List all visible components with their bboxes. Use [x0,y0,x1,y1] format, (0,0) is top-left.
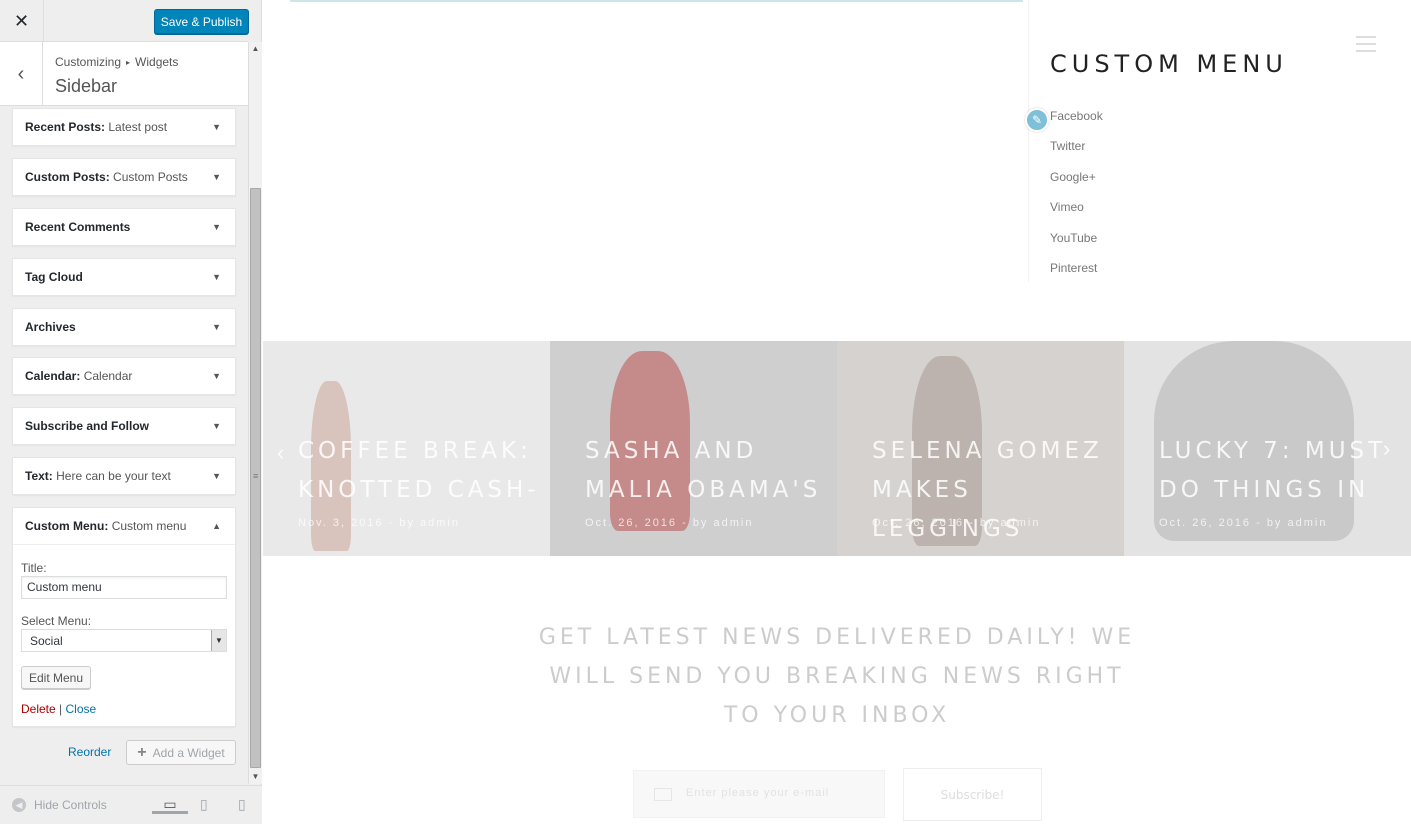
expand-arrow-icon[interactable]: ▼ [212,458,221,495]
expand-arrow-icon[interactable]: ▼ [212,209,221,246]
widget-custom-menu: Custom Menu: Custom menu ▲ Title: Custom… [12,507,236,727]
slide-meta: Oct. 26, 2016 - by admin [1159,517,1328,529]
close-widget-link[interactable]: Close [66,702,97,716]
widget-title: Text: Here can be your text [25,469,171,483]
save-publish-button[interactable]: Save & Publish [154,9,249,34]
newsletter-email-input[interactable]: Enter please your e-mail [633,770,885,818]
widget-tag-cloud[interactable]: Tag Cloud ▼ [12,258,236,296]
breadcrumb: Customizing ▸ Widgets [55,55,178,69]
envelope-icon [654,788,672,801]
expand-arrow-icon[interactable]: ▼ [212,259,221,296]
slide[interactable]: SASHA AND MALIA OBAMA'S Oct. 26, 2016 - … [550,341,837,556]
delete-widget-link[interactable]: Delete [21,702,56,716]
widget-recent-posts[interactable]: Recent Posts: Latest post ▼ [12,108,236,146]
edit-shortcut-pencil-icon[interactable]: ✎ [1025,108,1049,132]
slide-title[interactable]: LUCKY 7: MUST DO THINGS IN [1159,432,1411,510]
title-input[interactable]: Custom menu [21,576,227,599]
scroll-down-arrow-icon[interactable]: ▼ [249,770,262,784]
breadcrumb-root: Customizing [55,55,122,69]
social-link-facebook[interactable]: Facebook [1050,109,1103,123]
customizer-footer: ◀ Hide Controls ▭ ▯ ▯ [0,785,262,824]
desktop-preview-icon[interactable]: ▭ [152,786,188,814]
customizer-panel: ✕ Save & Publish ‹ Customizing ▸ Widgets… [0,0,262,824]
email-placeholder: Enter please your e-mail [686,787,830,799]
widget-title: Recent Comments [25,220,131,234]
chevron-down-icon[interactable]: ▼ [211,630,226,651]
widget-text[interactable]: Text: Here can be your text ▼ [12,457,236,495]
widget-recent-comments[interactable]: Recent Comments ▼ [12,208,236,246]
sidebar-divider [1028,0,1029,282]
close-customizer-button[interactable]: ✕ [0,0,44,42]
breadcrumb-separator-icon: ▸ [126,57,131,67]
expand-arrow-icon[interactable]: ▼ [212,358,221,395]
post-slider: COFFEE BREAK: KNOTTED CASH- Nov. 3, 2016… [263,341,1411,556]
widget-custom-posts[interactable]: Custom Posts: Custom Posts ▼ [12,158,236,196]
slide-meta: Nov. 3, 2016 - by admin [298,517,460,529]
menu-select-value: Social [30,634,63,648]
slide[interactable]: LUCKY 7: MUST DO THINGS IN Oct. 26, 2016… [1124,341,1411,556]
panel-scrollbar[interactable]: ▲ ≡ ▼ [248,42,262,784]
mobile-preview-icon[interactable]: ▯ [238,796,246,813]
expand-arrow-icon[interactable]: ▼ [212,109,221,146]
widget-title: Subscribe and Follow [25,419,150,433]
social-link-youtube[interactable]: YouTube [1050,231,1097,245]
widget-archives[interactable]: Archives ▼ [12,308,236,346]
widget-title: Calendar: Calendar [25,369,133,383]
collapse-arrow-icon: ◀ [12,798,26,812]
slider-next-arrow-icon[interactable]: › [1383,436,1390,462]
back-button[interactable]: ‹ [0,42,43,106]
slider-prev-arrow-icon[interactable]: ‹ [277,440,284,466]
expand-arrow-icon[interactable]: ▼ [212,159,221,196]
customizer-header: ✕ Save & Publish [0,0,249,42]
slide-title[interactable]: COFFEE BREAK: KNOTTED CASH- [298,432,550,510]
hide-controls-button[interactable]: ◀ Hide Controls [12,798,107,812]
hamburger-menu-icon[interactable] [1356,36,1376,57]
edit-menu-button[interactable]: Edit Menu [21,666,91,689]
top-rule [290,0,1023,2]
widget-title: Custom Menu: Custom menu [25,519,187,533]
select-menu-label: Select Menu: [21,614,92,628]
expand-arrow-icon[interactable]: ▼ [212,408,221,445]
widget-title: Recent Posts: Latest post [25,120,168,134]
social-link-pinterest[interactable]: Pinterest [1050,261,1097,275]
collapse-arrow-icon[interactable]: ▲ [212,508,221,545]
site-preview: CUSTOM MENU ✎ Facebook Twitter Google+ V… [263,0,1411,824]
custom-menu-heading: CUSTOM MENU [1050,50,1288,78]
breadcrumb-leaf: Widgets [135,55,179,69]
slide-title[interactable]: SASHA AND MALIA OBAMA'S [585,432,837,510]
section-title: Sidebar [55,76,118,96]
customizer-app: ✕ Save & Publish ‹ Customizing ▸ Widgets… [0,0,1411,824]
slide[interactable]: COFFEE BREAK: KNOTTED CASH- Nov. 3, 2016… [263,341,550,556]
slide-meta: Oct. 26, 2016 - by admin [585,517,754,529]
widget-title: Archives [25,320,76,334]
widget-custom-menu-header[interactable]: Custom Menu: Custom menu ▲ [13,508,235,545]
reorder-link[interactable]: Reorder [68,745,111,759]
plus-icon: + [137,743,147,761]
tablet-preview-icon[interactable]: ▯ [200,796,208,813]
scrollbar-thumb[interactable]: ≡ [250,188,261,768]
widget-title: Custom Posts: Custom Posts [25,170,188,184]
add-widget-label: Add a Widget [152,745,225,760]
section-header: ‹ Customizing ▸ Widgets Sidebar [0,42,248,106]
widget-calendar[interactable]: Calendar: Calendar ▼ [12,357,236,395]
separator: | [59,702,63,716]
widget-title: Tag Cloud [25,270,83,284]
slide-title[interactable]: SELENA GOMEZ MAKES LEGGINGS [872,432,1124,549]
menu-select[interactable]: Social ▼ [21,629,227,652]
title-field-label: Title: [21,561,47,575]
slide-meta: Oct. 26, 2016 - by admin [872,517,1041,529]
widget-actions: Delete | Close [21,702,96,716]
social-link-vimeo[interactable]: Vimeo [1050,200,1084,214]
slide[interactable]: SELENA GOMEZ MAKES LEGGINGS Oct. 26, 201… [837,341,1124,556]
grip-icon: ≡ [253,471,259,481]
subscribe-button[interactable]: Subscribe! [903,768,1042,821]
newsletter-heading: GET LATEST NEWS DELIVERED DAILY! WE WILL… [538,625,1136,728]
scroll-up-arrow-icon[interactable]: ▲ [249,42,262,56]
hide-controls-label: Hide Controls [34,798,107,812]
expand-arrow-icon[interactable]: ▼ [212,309,221,346]
social-link-twitter[interactable]: Twitter [1050,139,1085,153]
social-link-googleplus[interactable]: Google+ [1050,170,1096,184]
widget-subscribe-follow[interactable]: Subscribe and Follow ▼ [12,407,236,445]
add-widget-button[interactable]: + Add a Widget [126,740,236,765]
